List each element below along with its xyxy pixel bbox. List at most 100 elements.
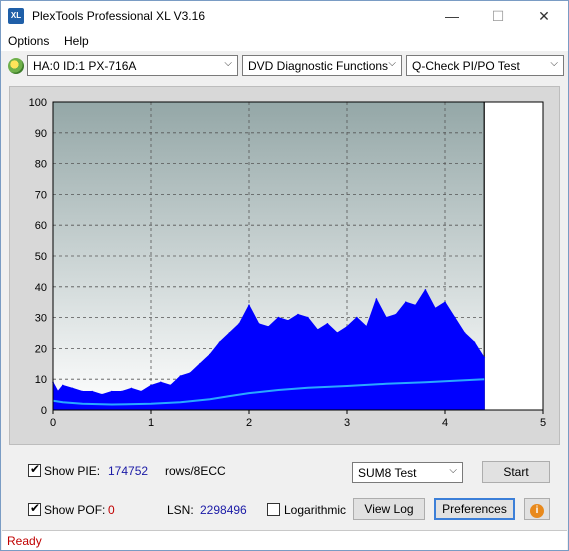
minimize-button[interactable]: — [429, 1, 475, 31]
pie-data-point [120, 390, 123, 393]
x-tick-label: 1 [148, 417, 154, 429]
pie-data-point [444, 301, 446, 303]
show-pie-label: Show PIE: [44, 464, 101, 478]
x-tick-label: 3 [344, 417, 350, 429]
pie-data-point [424, 289, 427, 291]
title-bar: XL PlexTools Professional XL V3.16 — ☐ ✕ [1, 1, 568, 31]
pie-data-point [258, 323, 260, 325]
pie-data-point [57, 390, 59, 393]
pie-data-point [62, 384, 64, 387]
close-button[interactable]: ✕ [521, 1, 567, 31]
preferences-button[interactable]: Preferences [434, 498, 515, 520]
pie-data-point [277, 316, 280, 319]
x-tick-label: 2 [246, 417, 252, 429]
logarithmic-checkbox[interactable] [267, 503, 280, 516]
info-icon: i [530, 504, 544, 518]
y-tick-label: 40 [35, 282, 47, 294]
pie-data-point [297, 313, 299, 316]
pie-data-point [267, 326, 270, 328]
y-tick-label: 0 [41, 405, 47, 417]
pie-data-point [307, 316, 309, 319]
y-tick-label: 90 [35, 128, 47, 140]
pie-data-point [111, 390, 113, 393]
pie-data-point [385, 316, 388, 319]
menu-bar: Options Help [1, 31, 568, 51]
x-tick-label: 0 [50, 417, 56, 429]
chevron-down-icon: ⌵ [224, 58, 232, 69]
y-tick-label: 70 [35, 189, 47, 201]
start-button[interactable]: Start [482, 461, 550, 483]
menu-options[interactable]: Options [8, 34, 49, 48]
pie-data-point [356, 316, 358, 319]
x-tick-label: 5 [540, 417, 546, 429]
chart-panel: 0 10 20 30 40 50 60 70 80 90 100 0 1 2 3 4 5 [9, 86, 560, 445]
pie-data-point [81, 390, 84, 393]
pie-data-point [179, 375, 182, 377]
pie-data-point [473, 341, 476, 343]
sum8-select[interactable]: SUM8 Test ⌵ [352, 462, 463, 483]
pie-data-point [248, 304, 250, 307]
pie-data-point [169, 384, 172, 387]
app-window: XL PlexTools Professional XL V3.16 — ☐ ✕… [0, 0, 569, 551]
pie-data-point [365, 326, 368, 328]
x-tick-label: 4 [442, 417, 448, 429]
logarithmic-label: Logarithmic [284, 503, 347, 517]
menu-help[interactable]: Help [64, 34, 89, 48]
pie-data-point [130, 387, 133, 390]
pie-data-point [326, 323, 329, 325]
show-pof-checkbox[interactable]: ✔ [28, 501, 41, 516]
pie-data-point [91, 390, 93, 393]
pie-data-point [434, 307, 437, 310]
info-button[interactable]: i [524, 498, 550, 520]
drive-select-value: HA:0 ID:1 PX-716A [33, 59, 137, 73]
pie-data-point [395, 313, 397, 316]
pie-data-point [454, 316, 456, 319]
unscanned-region [484, 102, 543, 410]
test-select-value: Q-Check PI/PO Test [412, 59, 520, 73]
show-pof-label: Show POF: [44, 503, 106, 517]
y-tick-label: 20 [35, 343, 47, 355]
check-mark-icon: ✔ [30, 501, 41, 515]
pie-data-point [316, 329, 319, 331]
pie-data-point [405, 301, 407, 303]
pie-value: 174752 [108, 464, 149, 478]
maximize-button[interactable]: ☐ [475, 1, 521, 31]
status-bar: Ready [2, 530, 567, 550]
show-pie-checkbox[interactable]: ✔ [28, 462, 41, 477]
y-tick-label: 80 [35, 159, 47, 171]
pie-data-point [150, 384, 152, 387]
chevron-down-icon: ⌵ [449, 465, 457, 476]
y-tick-label: 50 [35, 251, 47, 263]
lsn-value: 2298496 [200, 503, 247, 517]
pie-unit-label: rows/8ECC [165, 464, 226, 478]
pie-data-point [414, 304, 417, 307]
pie-po-chart: 0 10 20 30 40 50 60 70 80 90 100 0 1 2 3 4 5 [29, 97, 546, 429]
pie-data-point [140, 390, 142, 393]
pie-data-point [238, 323, 240, 325]
chevron-down-icon: ⌵ [550, 58, 558, 69]
drive-select[interactable]: HA:0 ID:1 PX-716A ⌵ [27, 55, 238, 76]
y-tick-label: 100 [29, 97, 47, 109]
pie-data-point [101, 393, 103, 396]
lsn-label: LSN: [167, 503, 194, 517]
y-tick-label: 30 [35, 313, 47, 325]
chevron-down-icon: ⌵ [388, 58, 396, 69]
test-select[interactable]: Q-Check PI/PO Test ⌵ [406, 55, 564, 76]
y-tick-label: 60 [35, 220, 47, 232]
pie-data-point [375, 298, 378, 300]
pie-data-point [228, 332, 231, 334]
pie-data-point [71, 387, 74, 390]
drive-disc-icon[interactable] [8, 58, 24, 74]
pie-data-point [287, 319, 290, 322]
pie-data-point [483, 356, 486, 359]
pie-data-point [160, 381, 162, 384]
status-text: Ready [7, 534, 42, 548]
pie-data-point [218, 341, 221, 343]
pie-data-point [463, 332, 466, 334]
pie-data-point [346, 326, 348, 328]
pie-data-point [199, 363, 201, 365]
pof-value: 0 [108, 503, 115, 517]
pie-data-point [336, 332, 339, 334]
function-select[interactable]: DVD Diagnostic Functions ⌵ [242, 55, 402, 76]
view-log-button[interactable]: View Log [353, 498, 425, 520]
